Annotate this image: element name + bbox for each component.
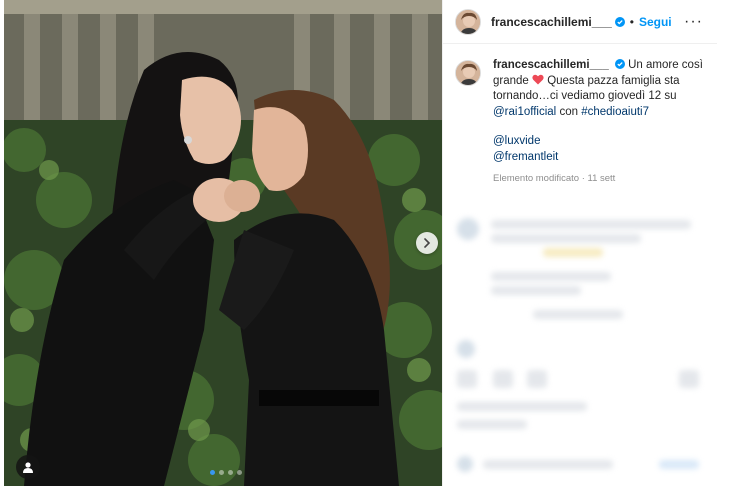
more-options-button[interactable]: ··· xyxy=(684,13,703,31)
separator-dot: • xyxy=(629,14,634,29)
caption-text: francescachillemi___ Un amore così grand… xyxy=(493,58,703,187)
carousel-dot xyxy=(237,470,242,475)
avatar[interactable] xyxy=(455,60,481,86)
post-header: francescachillemi___ • Segui ··· xyxy=(443,0,717,44)
post-caption: francescachillemi___ Un amore così grand… xyxy=(455,58,705,187)
carousel-indicator xyxy=(210,470,242,475)
heart-icon xyxy=(532,74,544,84)
follow-button[interactable]: Segui xyxy=(639,15,672,29)
carousel-dot xyxy=(228,470,233,475)
carousel-dot xyxy=(219,470,224,475)
photo-illustration xyxy=(4,0,442,486)
avatar-image xyxy=(456,9,480,34)
caption-username[interactable]: francescachillemi___ xyxy=(493,59,609,71)
hashtag-link[interactable]: #chedioaiuti7 xyxy=(581,106,649,118)
mention-fremantleit[interactable]: @fremantleit xyxy=(493,151,558,163)
mention-luxvide[interactable]: @luxvide xyxy=(493,135,540,147)
avatar-image xyxy=(456,61,480,85)
post-side-panel: francescachillemi___ • Segui ··· frances… xyxy=(442,0,717,486)
edited-timestamp: Elemento modificato · 11 sett xyxy=(493,173,616,184)
user-tag-icon xyxy=(23,462,33,473)
post-photo[interactable] xyxy=(4,0,442,486)
chevron-right-icon xyxy=(424,238,431,248)
blurred-comments-area xyxy=(443,210,717,486)
verified-badge-icon xyxy=(614,16,625,27)
verified-badge-icon xyxy=(614,59,625,69)
mention-rai1official[interactable]: @rai1official xyxy=(493,106,556,118)
avatar[interactable] xyxy=(455,8,481,35)
carousel-dot xyxy=(210,470,215,475)
caption-text-part3: con xyxy=(559,105,578,118)
header-username[interactable]: francescachillemi___ xyxy=(491,15,612,29)
user-tag-button[interactable] xyxy=(16,455,40,479)
next-photo-button[interactable] xyxy=(416,232,438,254)
